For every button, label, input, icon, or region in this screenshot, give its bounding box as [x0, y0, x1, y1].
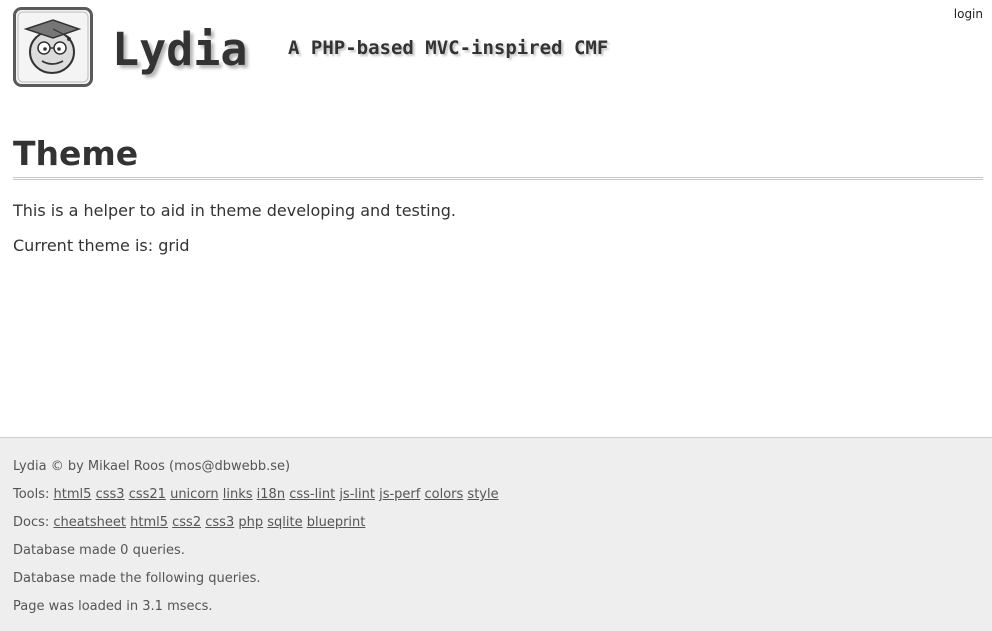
- login-link[interactable]: login: [954, 7, 983, 21]
- tools-link-css21[interactable]: css21: [129, 487, 166, 502]
- tools-link-links[interactable]: links: [223, 487, 253, 502]
- site-slogan: A PHP-based MVC-inspired CMF: [288, 37, 609, 59]
- site-footer: Lydia © by Mikael Roos (mos@dbwebb.se) T…: [0, 437, 992, 631]
- site-title[interactable]: Lydia: [112, 24, 247, 76]
- tools-link-unicorn[interactable]: unicorn: [170, 487, 219, 502]
- db-query-count: Database made 0 queries.: [13, 543, 185, 558]
- graduate-face-logo-icon[interactable]: [13, 7, 93, 87]
- docs-link-cheatsheet[interactable]: cheatsheet: [53, 515, 126, 530]
- page-load-time: Page was loaded in 3.1 msecs.: [13, 599, 213, 614]
- page-title: Theme: [13, 130, 983, 180]
- docs-link-php[interactable]: php: [238, 515, 263, 530]
- docs-row: Docs: cheatsheet html5 css2 css3 php sql…: [13, 514, 365, 532]
- tools-link-i18n[interactable]: i18n: [257, 487, 285, 502]
- current-theme-text: Current theme is: grid: [13, 236, 190, 255]
- docs-label: Docs:: [13, 515, 50, 530]
- tools-label: Tools:: [13, 487, 50, 502]
- tools-link-html5[interactable]: html5: [54, 487, 92, 502]
- main-content: Theme This is a helper to aid in theme d…: [13, 130, 983, 257]
- docs-link-css2[interactable]: css2: [172, 515, 201, 530]
- site-header: Lydia A PHP-based MVC-inspired CMF login: [0, 0, 992, 100]
- tools-link-js-lint[interactable]: js-lint: [339, 487, 375, 502]
- intro-paragraph: This is a helper to aid in theme develop…: [13, 201, 456, 220]
- docs-link-blueprint[interactable]: blueprint: [307, 515, 366, 530]
- tools-link-style[interactable]: style: [467, 487, 498, 502]
- tools-link-colors[interactable]: colors: [424, 487, 463, 502]
- docs-link-css3[interactable]: css3: [205, 515, 234, 530]
- tools-link-css3[interactable]: css3: [96, 487, 125, 502]
- db-query-list-heading: Database made the following queries.: [13, 571, 261, 586]
- tools-link-css-lint[interactable]: css-lint: [289, 487, 335, 502]
- docs-link-html5[interactable]: html5: [130, 515, 168, 530]
- docs-link-sqlite[interactable]: sqlite: [267, 515, 302, 530]
- copyright-text: Lydia © by Mikael Roos (mos@dbwebb.se): [13, 459, 291, 474]
- tools-link-js-perf[interactable]: js-perf: [379, 487, 420, 502]
- tools-row: Tools: html5 css3 css21 unicorn links i1…: [13, 486, 499, 504]
